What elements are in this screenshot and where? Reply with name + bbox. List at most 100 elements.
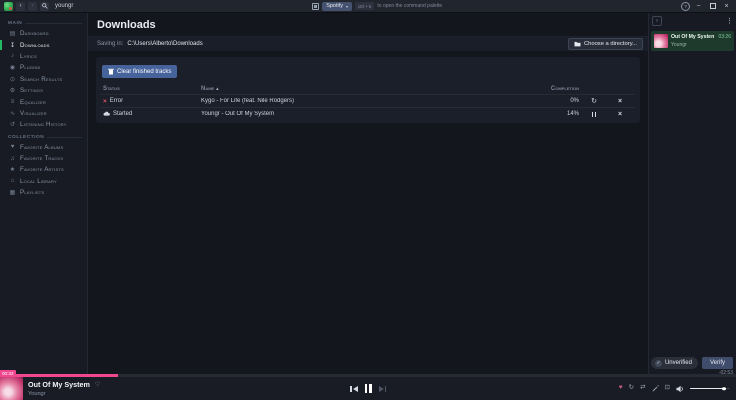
time-elapsed: 00:32 — [0, 370, 16, 377]
plugins-icon: ◉ — [9, 65, 16, 72]
queue-track-artist: Youngr — [671, 41, 687, 48]
column-header-status[interactable]: Status — [103, 86, 201, 92]
search-input[interactable]: youngr — [55, 3, 73, 9]
maximize-button[interactable] — [707, 3, 718, 9]
sidebar-item-label: Visualizer — [20, 109, 47, 117]
visualizer-icon: ∿ — [9, 110, 16, 117]
column-header-completion[interactable]: Completion — [529, 86, 581, 92]
back-button[interactable]: ‹ — [16, 1, 25, 11]
album-art-thumbnail — [654, 34, 668, 48]
sidebar-item-label: Favorite Tracks — [20, 155, 64, 163]
seek-bar[interactable] — [0, 374, 736, 377]
sidebar-item-label: Equalizer — [20, 98, 46, 106]
previous-track-button[interactable] — [350, 385, 358, 392]
remove-download-button[interactable]: × — [607, 98, 633, 105]
sidebar-item-downloads[interactable]: ↧ Downloads — [0, 39, 87, 51]
queue-header: › ⋮ — [649, 13, 736, 28]
sidebar-item-local-library[interactable]: ⌂ Local Library — [0, 176, 87, 187]
queue-track-title: Out Of My System — [671, 34, 715, 40]
playback-controls — [350, 384, 386, 393]
now-playing-album-art[interactable] — [0, 377, 23, 400]
sidebar-item-equalizer[interactable]: ≡ Equalizer — [0, 96, 87, 107]
sidebar-item-search-results[interactable]: ⊙ Search Results — [0, 74, 87, 85]
choose-directory-button[interactable]: Choose a directory... — [567, 38, 643, 50]
downloads-card: Clear finished tracks Status Name ▴ Compl… — [96, 57, 640, 123]
minimize-button[interactable]: − — [693, 3, 704, 10]
sidebar-item-playlists[interactable]: ▦ Playlists — [0, 187, 87, 198]
column-header-name[interactable]: Name ▴ — [201, 86, 529, 92]
sidebar-item-lyrics[interactable]: ♪ Lyrics — [0, 51, 87, 62]
verification-toast: ✓ Unverified Verify — [650, 357, 733, 369]
music-note-icon: ♫ — [10, 155, 15, 162]
time-remaining: -02:53 — [718, 370, 733, 376]
equalizer-icon: ≡ — [10, 99, 15, 106]
sidebar-item-label: Playlists — [20, 189, 45, 197]
clear-finished-tracks-button[interactable]: Clear finished tracks — [102, 65, 178, 78]
stop-icon[interactable] — [312, 2, 320, 10]
miniplayer-icon[interactable]: ⊡ — [665, 385, 670, 392]
volume-slider[interactable] — [690, 386, 730, 391]
sidebar-item-plugins[interactable]: ◉ Plugins — [0, 62, 87, 73]
app-logo-icon[interactable] — [4, 1, 13, 11]
play-queue-panel: › ⋮ Out Of My System Youngr 03:26 — [648, 13, 736, 374]
clear-finished-tracks-label: Clear finished tracks — [117, 68, 172, 75]
magic-wand-icon[interactable] — [652, 385, 659, 392]
track-name: Kygo - For Life (feat. Nile Rodgers) — [201, 98, 295, 104]
sidebar-item-favorite-albums[interactable]: ♥ Favorite Albums — [0, 142, 87, 153]
stream-provider-dropdown[interactable]: Spotify ▾ — [322, 1, 353, 11]
folder-icon — [574, 41, 581, 47]
history-icon: ↺ — [9, 122, 16, 129]
volume-icon[interactable] — [676, 385, 684, 393]
check-circle-icon: ✓ — [654, 359, 662, 367]
sidebar-item-favorite-tracks[interactable]: ♫ Favorite Tracks — [0, 153, 87, 164]
pause-button[interactable] — [364, 384, 372, 393]
heart-icon[interactable]: ♥ — [619, 385, 623, 392]
verify-button[interactable]: Verify — [701, 357, 733, 369]
settings-gear-icon: ⚙ — [9, 88, 16, 95]
dashboard-icon: ▤ — [9, 31, 16, 38]
volume-thumb[interactable] — [722, 386, 726, 391]
pause-download-button[interactable] — [581, 111, 607, 117]
command-palette-hint: to open the command palette — [377, 3, 443, 9]
shuffle-icon[interactable]: ⇄ — [640, 385, 645, 392]
queue-item-current[interactable]: Out Of My System Youngr 03:26 — [651, 31, 734, 51]
sidebar-item-label: Search Results — [20, 75, 63, 83]
lyrics-icon: ♪ — [11, 53, 14, 60]
sidebar-section-main: Main — [0, 17, 87, 28]
trash-icon — [108, 68, 114, 75]
track-name: Youngr - Out Of My System — [201, 111, 275, 117]
unverified-badge: ✓ Unverified — [650, 357, 698, 369]
downloads-page: Downloads Saving in: C:\Users\Alberto\Do… — [88, 13, 648, 374]
sidebar-item-visualizer[interactable]: ∿ Visualizer — [0, 108, 87, 119]
now-playing-title: Out Of My System — [28, 380, 90, 390]
sidebar-item-favorite-artists[interactable]: ★ Favorite Artists — [0, 164, 87, 175]
downloads-icon: ↧ — [9, 42, 16, 49]
completion-value: 0% — [570, 98, 579, 104]
table-row: × Error Kygo - For Life (feat. Nile Rodg… — [101, 94, 635, 107]
now-playing-artist: Youngr — [28, 390, 46, 397]
status-label: Started — [113, 111, 133, 117]
search-button[interactable] — [40, 1, 49, 11]
sidebar-item-settings[interactable]: ⚙ Settings — [0, 85, 87, 96]
favorite-track-icon[interactable]: ♡ — [95, 381, 100, 388]
remove-download-button[interactable]: × — [607, 111, 633, 118]
previous-icon — [352, 385, 358, 392]
status-cell: × Error — [103, 98, 201, 105]
retry-download-button[interactable]: ↻ — [581, 97, 607, 105]
sidebar-item-label: Settings — [20, 87, 44, 95]
close-button[interactable]: × — [721, 3, 732, 10]
sidebar-item-listening-history[interactable]: ↺ Listening History — [0, 119, 87, 130]
star-icon: ★ — [9, 167, 16, 174]
stream-provider-label: Spotify — [326, 3, 344, 9]
sidebar-item-label: Plugins — [20, 64, 41, 72]
repeat-icon[interactable]: ↻ — [629, 385, 634, 392]
queue-menu-button[interactable]: ⋮ — [726, 17, 733, 25]
help-icon[interactable]: ? — [681, 1, 691, 11]
sidebar-item-dashboard[interactable]: ▤ Dashboard — [0, 28, 87, 39]
search-icon — [41, 3, 48, 9]
next-track-button[interactable] — [378, 385, 386, 392]
forward-button[interactable]: › — [28, 1, 37, 11]
error-icon: × — [103, 97, 107, 105]
collapse-queue-button[interactable]: › — [652, 16, 662, 26]
saving-directory-bar: Saving in: C:\Users\Alberto\Downloads Ch… — [88, 37, 648, 51]
